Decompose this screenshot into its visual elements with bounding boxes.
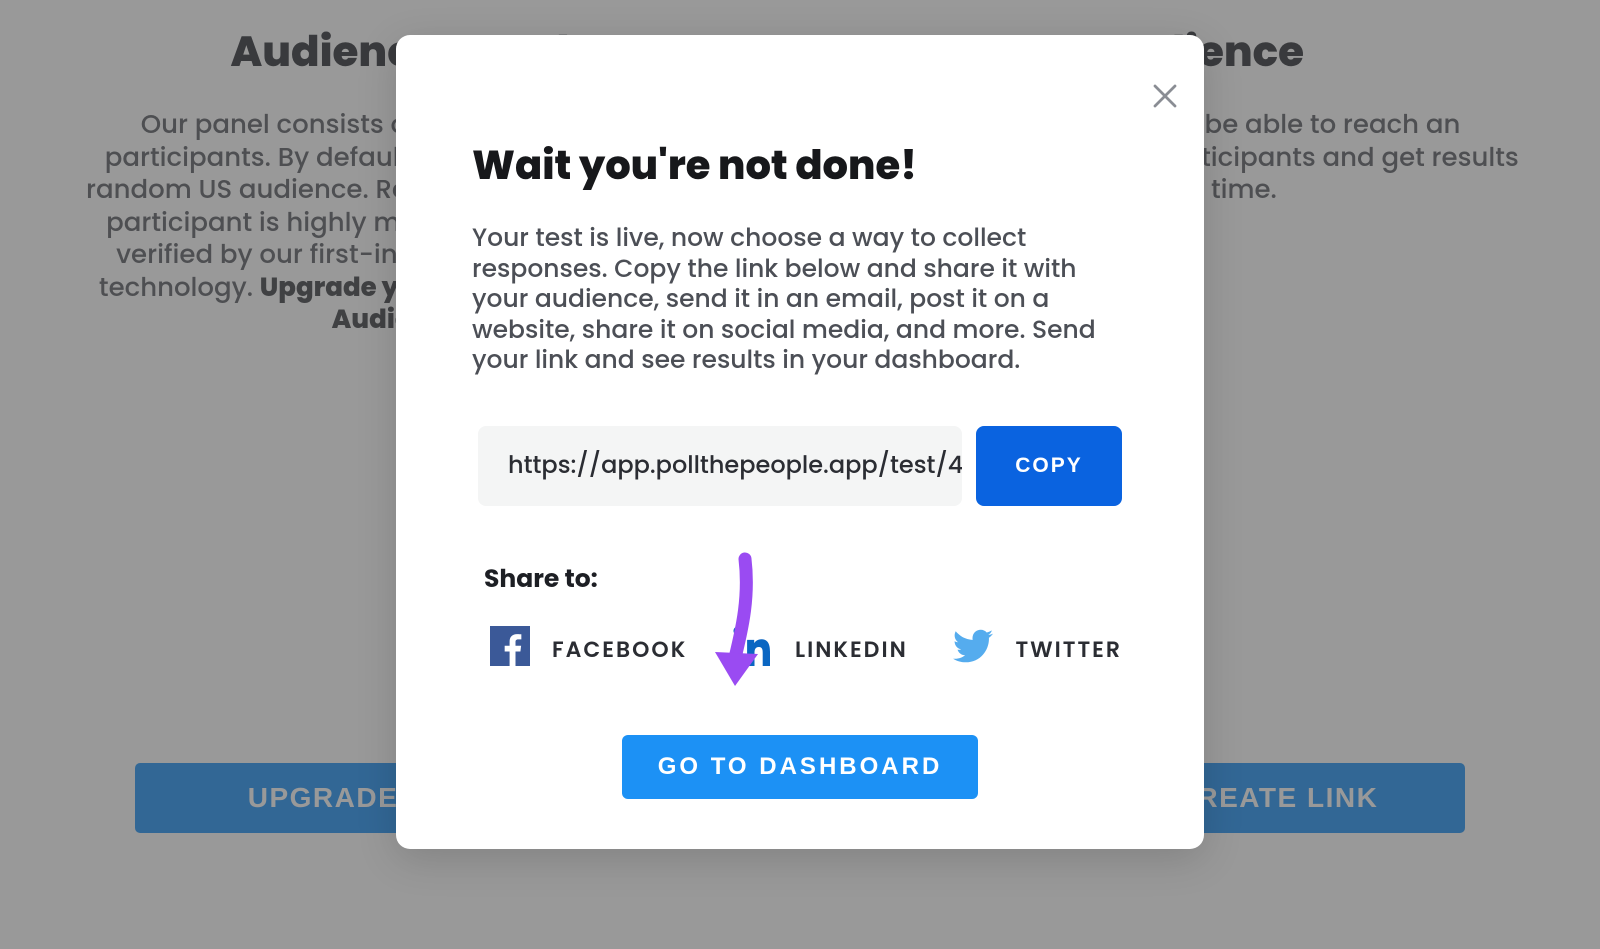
go-to-dashboard-button[interactable]: GO TO DASHBOARD xyxy=(622,735,979,799)
share-facebook-label: FACEBOOK xyxy=(552,633,687,666)
link-row: https://app.pollthepeople.app/test/444… … xyxy=(472,426,1128,506)
share-facebook[interactable]: FACEBOOK xyxy=(490,626,687,673)
share-to-label: Share to: xyxy=(484,560,1128,598)
facebook-icon xyxy=(490,626,530,673)
copy-button[interactable]: COPY xyxy=(976,426,1122,506)
share-twitter-label: TWITTER xyxy=(1015,633,1122,666)
close-icon[interactable] xyxy=(1150,81,1180,111)
share-row: FACEBOOK LINKEDIN TWITTER xyxy=(472,626,1128,673)
modal-title: Wait you're not done! xyxy=(472,135,1128,195)
share-modal: Wait you're not done! Your test is live,… xyxy=(396,35,1204,849)
share-twitter[interactable]: TWITTER xyxy=(953,626,1122,673)
twitter-icon xyxy=(953,626,993,673)
modal-description: Your test is live, now choose a way to c… xyxy=(472,223,1128,376)
dashboard-button-row: GO TO DASHBOARD xyxy=(472,735,1128,799)
share-linkedin-label: LINKEDIN xyxy=(795,633,908,666)
share-link-field[interactable]: https://app.pollthepeople.app/test/444… xyxy=(478,426,962,506)
share-linkedin[interactable]: LINKEDIN xyxy=(733,626,908,673)
linkedin-icon xyxy=(733,626,773,673)
